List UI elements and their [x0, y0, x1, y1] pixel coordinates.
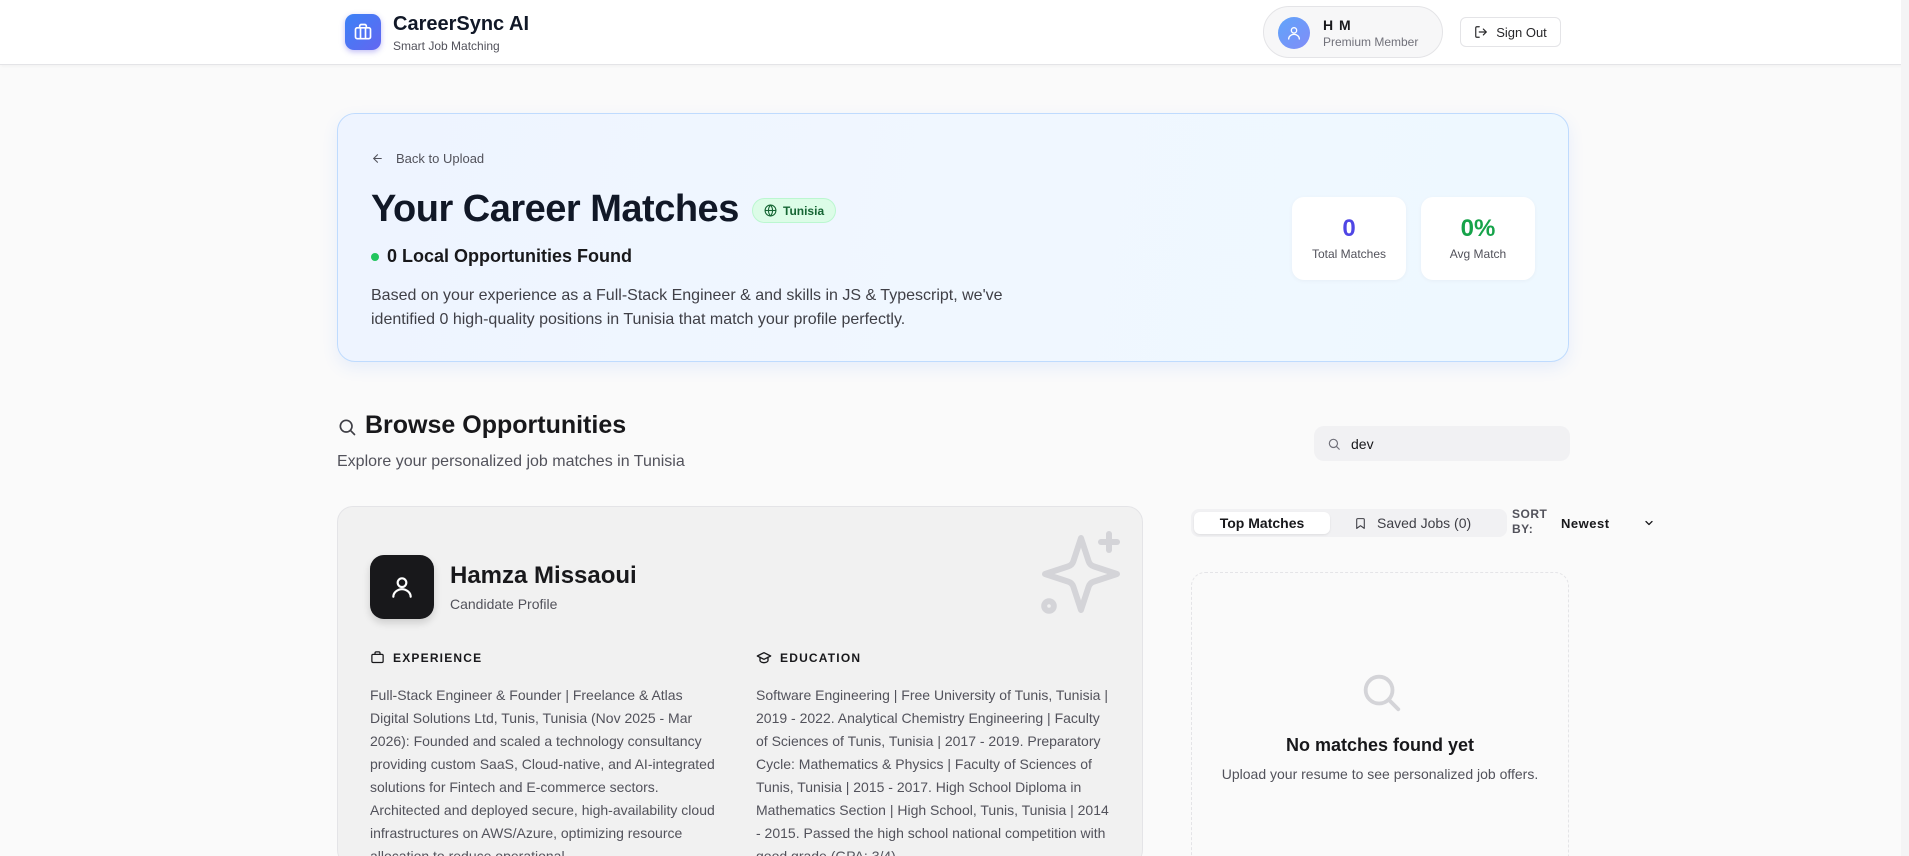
education-heading-label: EDUCATION: [780, 651, 862, 665]
candidate-name: Hamza Missaoui: [450, 562, 637, 589]
briefcase-icon: [371, 651, 384, 664]
browse-subtitle: Explore your personalized job matches in…: [337, 453, 685, 470]
user-icon: [1288, 27, 1300, 40]
page-title: Your Career Matches: [371, 188, 739, 230]
avg-match-card: 0% Avg Match: [1421, 197, 1535, 280]
status-dot: [371, 252, 379, 261]
bookmark-icon: [1356, 517, 1365, 529]
globe-icon: [764, 204, 777, 217]
sort-selected-value: Newest: [1561, 515, 1610, 531]
job-search-input[interactable]: [1351, 435, 1551, 452]
opportunities-found-text: 0 Local Opportunities Found: [387, 246, 632, 266]
avg-match-value: 0%: [1460, 215, 1496, 242]
sort-label-line-2: BY:: [1512, 522, 1534, 536]
chevron-down-icon: [1645, 520, 1653, 526]
sort-select[interactable]: Newest: [1561, 512, 1655, 534]
sort-label-line-1: SORT: [1512, 507, 1548, 521]
total-matches-value: 0: [1342, 215, 1356, 242]
app-subtitle: Smart Job Matching: [393, 39, 500, 53]
user-profile-chip[interactable]: H M Premium Member: [1263, 6, 1443, 58]
sign-out-button[interactable]: Sign Out: [1460, 17, 1561, 47]
job-search-box[interactable]: [1314, 426, 1570, 461]
sparkles-icon: [1033, 526, 1129, 627]
candidate-role: Candidate Profile: [450, 596, 558, 612]
experience-heading: EXPERIENCE: [370, 650, 482, 665]
search-icon: [337, 417, 357, 442]
country-badge: Tunisia: [752, 198, 837, 223]
tab-saved-jobs[interactable]: Saved Jobs (0): [1354, 512, 1471, 534]
search-icon: [1358, 669, 1404, 720]
sign-out-label: Sign Out: [1496, 24, 1547, 40]
empty-state-card: No matches found yet Upload your resume …: [1191, 572, 1569, 856]
back-to-upload-label: Back to Upload: [396, 151, 485, 166]
log-out-icon: [1475, 26, 1488, 38]
app-title[interactable]: CareerSync AI: [393, 13, 529, 36]
career-matches-hero: Back to Upload Your Career Matches Tunis…: [337, 113, 1569, 362]
browse-title: Browse Opportunities: [365, 411, 627, 439]
tab-saved-jobs-label: Saved Jobs (0): [1377, 515, 1472, 531]
opportunities-found: 0 Local Opportunities Found: [371, 246, 632, 267]
candidate-avatar: [370, 555, 434, 619]
page-scrollbar[interactable]: [1901, 0, 1909, 856]
experience-heading-label: EXPERIENCE: [393, 650, 483, 665]
back-to-upload-link[interactable]: Back to Upload: [371, 151, 484, 166]
top-header: CareerSync AI Smart Job Matching H M Pre…: [0, 0, 1909, 65]
user-icon: [392, 577, 412, 598]
country-label: Tunisia: [783, 203, 825, 218]
user-tier: Premium Member: [1323, 35, 1419, 49]
hero-description: Based on your experience as a Full-Stack…: [371, 287, 1003, 328]
empty-state-title: No matches found yet: [1285, 735, 1475, 755]
total-matches-label: Total Matches: [1311, 247, 1387, 261]
graduation-cap-icon: [756, 652, 772, 664]
tab-top-matches[interactable]: Top Matches: [1194, 512, 1330, 534]
education-text: Software Engineering | Free University o…: [756, 687, 1109, 856]
results-tabs: Top Matches Saved Jobs (0): [1191, 509, 1507, 537]
sort-by-label: SORT BY:: [1512, 507, 1547, 537]
briefcase-logo-icon[interactable]: [345, 14, 381, 50]
empty-state-subtitle: Upload your resume to see personalized j…: [1221, 766, 1539, 782]
education-heading: EDUCATION: [756, 650, 861, 666]
avg-match-label: Avg Match: [1449, 247, 1507, 261]
candidate-profile-card: Hamza Missaoui Candidate Profile EXPERIE…: [337, 506, 1143, 856]
user-name: H M: [1323, 17, 1352, 33]
search-icon: [1327, 437, 1341, 451]
user-avatar: [1278, 17, 1310, 49]
arrow-left-icon: [373, 154, 382, 163]
total-matches-card: 0 Total Matches: [1292, 197, 1406, 280]
experience-text: Full-Stack Engineer & Founder | Freelanc…: [370, 687, 715, 856]
